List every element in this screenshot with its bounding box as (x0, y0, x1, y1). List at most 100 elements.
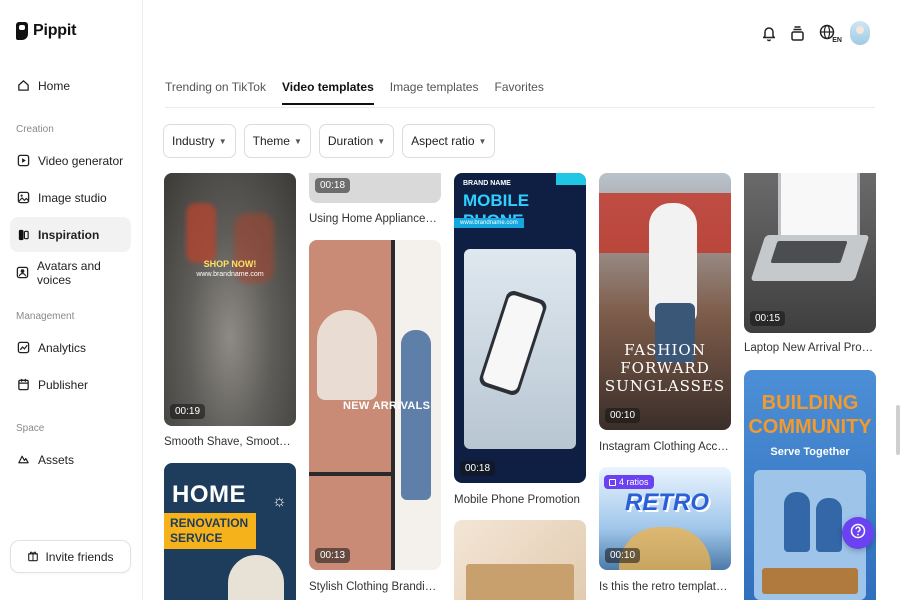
template-card-laptop[interactable]: 00:15 (744, 173, 876, 333)
card-line2: FORWARD (620, 359, 710, 377)
laptop-keyboard (770, 241, 848, 263)
card-overlay-url: www.brandname.com (196, 271, 264, 278)
template-caption[interactable]: Using Home Appliances in Mi... (309, 213, 441, 225)
template-card-sunglasses[interactable]: FASHION FORWARD SUNGLASSES 00:10 (599, 173, 731, 430)
bell-icon[interactable] (760, 22, 778, 44)
card-thumbnail-figure (401, 330, 431, 500)
filter-aspect-ratio[interactable]: Aspect ratio ▼ (402, 124, 496, 158)
filter-label: Duration (327, 134, 374, 148)
card-line1: BUILDING (761, 392, 859, 414)
card-line3: Serve Together (770, 446, 850, 458)
sidebar-item-assets[interactable]: Assets (10, 442, 131, 477)
filter-duration[interactable]: Duration ▼ (318, 124, 395, 158)
template-card-home-appliances[interactable]: 00:18 (309, 173, 441, 203)
app-root: Pippit Home Creation Video generator Ima… (0, 0, 900, 600)
sidebar-item-label: Home (38, 78, 71, 93)
template-card-mobile-phone[interactable]: BRAND NAME MOBILE PHONE www.brandname.co… (454, 173, 586, 483)
template-card-clothing-branding[interactable]: NEW ARRIVALS 00:13 (309, 240, 441, 570)
section-label-space: Space (16, 423, 45, 434)
pippit-logo-icon (16, 22, 28, 40)
template-caption[interactable]: Is this the retro template you ... (599, 581, 731, 593)
card-thumbnail-divider (309, 472, 391, 476)
chevron-down-icon: ▼ (377, 136, 386, 146)
card-title: RETRO (625, 489, 709, 516)
sidebar: Pippit Home Creation Video generator Ima… (0, 0, 143, 600)
home-icon (16, 79, 30, 93)
sidebar-item-home[interactable]: Home (10, 68, 131, 103)
calendar-icon (16, 378, 30, 392)
chevron-down-icon: ▼ (478, 136, 487, 146)
chevron-down-icon: ▼ (218, 136, 227, 146)
sidebar-item-label: Video generator (38, 153, 124, 168)
filter-industry[interactable]: Industry ▼ (163, 124, 236, 158)
stack-icon[interactable] (788, 22, 806, 44)
produce-box (762, 568, 858, 594)
template-caption[interactable]: Instagram Clothing Accecorie... (599, 441, 731, 453)
image-icon (16, 191, 30, 205)
cloud-icon (16, 453, 30, 467)
template-caption[interactable]: Mobile Phone Promotion (454, 494, 586, 506)
ratio-icon (609, 478, 616, 486)
sidebar-item-label: Avatars and voices (37, 258, 101, 287)
template-card-home-renovation[interactable]: HOME ☼ RENOVATION SERVICE (164, 463, 296, 600)
filter-label: Theme (252, 134, 290, 148)
tab-favorites[interactable]: Favorites (494, 80, 543, 105)
template-tabs: Trending on TikTok Video templates Image… (165, 80, 544, 105)
duration-badge: 00:18 (460, 461, 496, 476)
avatar-voice-icon (16, 266, 29, 280)
duration-badge: 00:15 (750, 311, 786, 326)
filter-theme[interactable]: Theme ▼ (243, 124, 311, 158)
template-caption[interactable]: Smooth Shave, Smooth Life! (164, 436, 296, 448)
tab-video-templates[interactable]: Video templates (281, 80, 374, 105)
help-icon (850, 523, 866, 544)
sidebar-item-label: Image studio (38, 190, 107, 205)
duration-badge: 00:10 (605, 548, 641, 563)
template-card-beige[interactable] (454, 520, 586, 600)
invite-friends-button[interactable]: Invite friends (10, 540, 131, 573)
template-card-retro[interactable]: 4 ratios RETRO 00:10 (599, 467, 731, 570)
language-globe-icon[interactable]: EN (816, 22, 842, 45)
video-icon (16, 154, 30, 168)
person-figure (784, 492, 810, 552)
sidebar-item-label: Inspiration (38, 227, 100, 242)
sidebar-item-label: Publisher (38, 377, 89, 392)
tabs-divider (165, 107, 875, 108)
ratio-badge: 4 ratios (604, 475, 654, 489)
sidebar-item-inspiration[interactable]: Inspiration (10, 217, 131, 252)
card-url: www.brandname.com (454, 218, 524, 228)
card-thumbnail (466, 564, 574, 600)
language-label: EN (832, 37, 842, 45)
ratio-label: 4 ratios (619, 477, 649, 487)
sidebar-item-publisher[interactable]: Publisher (10, 367, 131, 402)
sidebar-item-video-generator[interactable]: Video generator (10, 143, 131, 178)
sidebar-item-image-studio[interactable]: Image studio (10, 180, 131, 215)
filter-bar: Industry ▼ Theme ▼ Duration ▼ Aspect ratio ▼ (163, 124, 496, 158)
card-title: HOME (172, 481, 246, 508)
invite-friends-label: Invite friends (45, 549, 114, 564)
analytics-icon (16, 341, 30, 355)
logo[interactable]: Pippit (16, 22, 76, 40)
card-line3: SUNGLASSES (604, 377, 726, 395)
page-scrollbar[interactable] (896, 405, 900, 455)
sidebar-item-analytics[interactable]: Analytics (10, 330, 131, 365)
chevron-down-icon: ▼ (293, 136, 302, 146)
duration-badge: 00:13 (315, 548, 351, 563)
template-card-community[interactable]: BUILDING COMMUNITY Serve Together (744, 370, 876, 600)
duration-badge: 00:10 (605, 408, 641, 423)
help-button[interactable] (842, 517, 874, 549)
card-overlay-text: SHOP NOW! (203, 259, 257, 269)
section-label-management: Management (16, 311, 75, 322)
user-avatar[interactable] (850, 21, 870, 45)
sidebar-item-avatars-voices[interactable]: Avatars and voices (10, 255, 131, 290)
tab-trending-tiktok[interactable]: Trending on TikTok (165, 80, 266, 105)
template-caption[interactable]: Laptop New Arrival Promotion (744, 342, 876, 354)
card-brand: BRAND NAME (463, 180, 511, 187)
card-line2: COMMUNITY (748, 416, 872, 438)
card-thumbnail (228, 555, 284, 600)
tab-image-templates[interactable]: Image templates (390, 80, 479, 105)
template-caption[interactable]: Stylish Clothing Branding Te... (309, 581, 441, 593)
template-card-shave[interactable]: SHOP NOW! www.brandname.com 00:19 (164, 173, 296, 426)
card-line1: FASHION (624, 341, 706, 359)
card-accent (556, 173, 586, 185)
sidebar-item-label: Analytics (38, 340, 87, 355)
